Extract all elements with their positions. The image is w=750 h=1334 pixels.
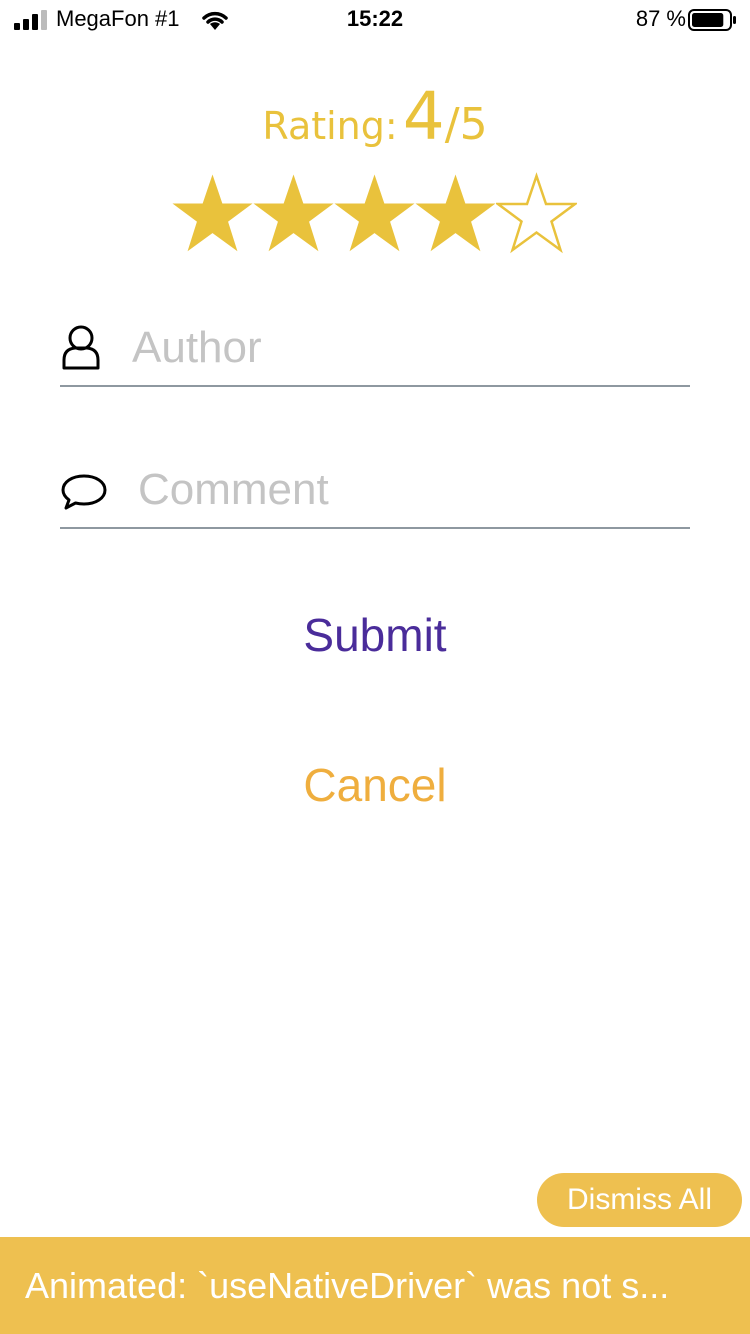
- star-filled-icon[interactable]: [253, 172, 334, 256]
- warning-message: Animated: `useNativeDriver` was not s...: [25, 1265, 670, 1306]
- author-input[interactable]: [132, 320, 682, 376]
- star-filled-icon[interactable]: [334, 172, 415, 256]
- speech-bubble-icon: [61, 474, 107, 510]
- rating-separator: /: [444, 99, 460, 150]
- star-filled-icon[interactable]: [415, 172, 496, 256]
- dismiss-all-button[interactable]: Dismiss All: [537, 1173, 742, 1227]
- cancel-button[interactable]: Cancel: [0, 758, 750, 812]
- rating-value: 4: [402, 78, 445, 155]
- status-bar: MegaFon #1 15:22 87 %: [0, 0, 750, 40]
- rating-label: Rating:: [262, 104, 398, 148]
- author-field: [60, 310, 690, 387]
- star-filled-icon[interactable]: [172, 172, 253, 256]
- warning-banner[interactable]: Animated: `useNativeDriver` was not s...: [0, 1237, 750, 1334]
- battery-icon: [688, 9, 736, 31]
- submit-button[interactable]: Submit: [0, 608, 750, 662]
- rating-display: Rating: 4/5: [0, 78, 750, 155]
- star-empty-icon[interactable]: [496, 172, 577, 256]
- battery-percent: 87 %: [635, 6, 686, 31]
- rating-max: 5: [459, 99, 488, 150]
- comment-input[interactable]: [138, 462, 683, 518]
- person-icon: [62, 325, 100, 370]
- star-rating[interactable]: [172, 172, 578, 256]
- comment-field: [60, 452, 690, 529]
